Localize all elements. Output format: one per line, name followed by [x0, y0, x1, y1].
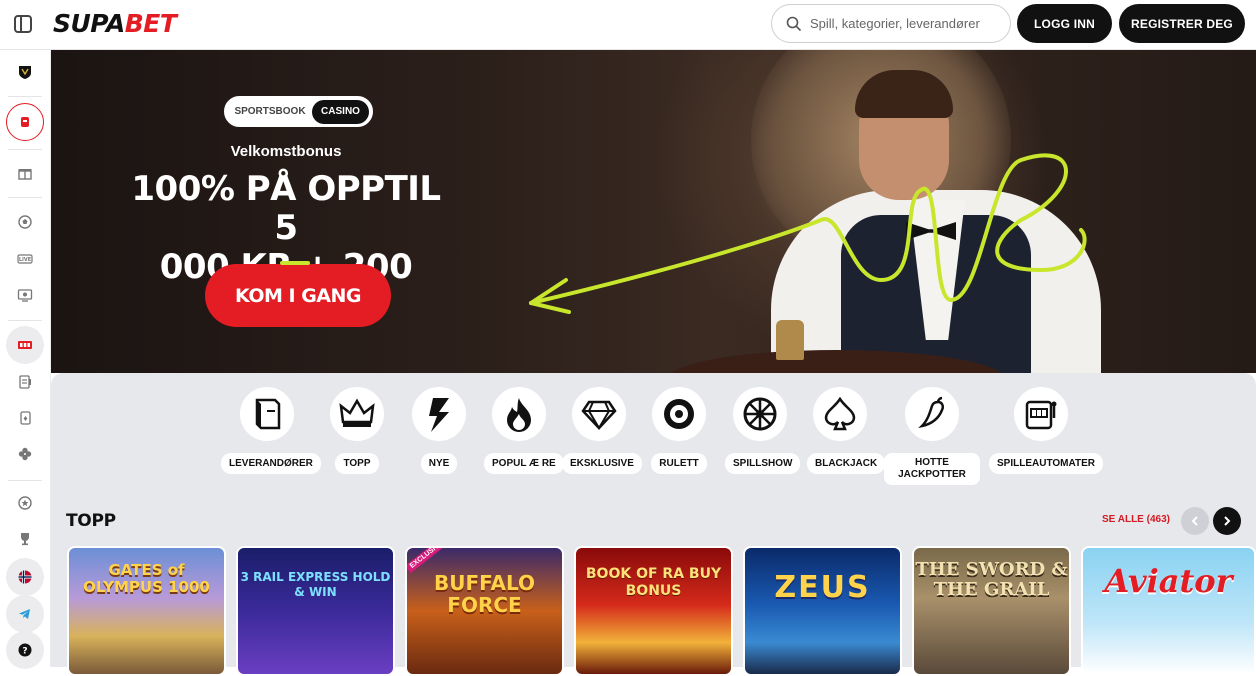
hero-title-line1: 100% PÅ OPPTIL 5 [131, 169, 441, 248]
category-roulette[interactable]: RULETT [651, 387, 707, 474]
game-tile[interactable]: THE SWORD & THE GRAIL [912, 546, 1071, 676]
game-title: 3 RAIL EXPRESS HOLD & WIN [240, 570, 391, 599]
club-logo-icon[interactable] [6, 53, 44, 91]
game-tile[interactable]: BOOK OF RA BUY BONUS [574, 546, 733, 676]
book-icon [240, 387, 294, 441]
category-new[interactable]: NYE [411, 387, 467, 474]
carousel-prev-button[interactable] [1181, 507, 1209, 535]
slot-machine-icon[interactable] [6, 326, 44, 364]
category-label: TOPP [335, 453, 379, 474]
category-label: RULETT [651, 453, 707, 474]
category-label: POPUL Æ RE [484, 453, 564, 474]
badge-icon[interactable] [6, 484, 44, 522]
category-label: NYE [420, 453, 458, 474]
search-input[interactable] [810, 16, 1000, 31]
game-tile[interactable]: 3 RAIL EXPRESS HOLD & WIN [236, 546, 395, 676]
see-all-link[interactable]: SE ALLE (463) [1102, 514, 1170, 525]
chili-icon [905, 387, 959, 441]
lightning-icon [412, 387, 466, 441]
category-label: SPILLEAUTOMATER [989, 453, 1103, 474]
game-tile[interactable]: Aviator [1081, 546, 1256, 676]
category-label: LEVERANDØRER [221, 453, 321, 474]
category-label: BLACKJACK [807, 453, 886, 474]
toggle-sportsbook[interactable]: SPORTSBOOK [228, 100, 312, 124]
section-title: TOPP [66, 511, 116, 531]
category-gameshow[interactable]: SPILLSHOW [725, 387, 801, 474]
crown-icon [330, 387, 384, 441]
svg-text:LIVE: LIVE [19, 257, 32, 263]
sidebar: LIVE ? [0, 50, 51, 669]
category-label: EKSKLUSIVE [562, 453, 642, 474]
trophy-icon[interactable] [6, 520, 44, 558]
spade-icon [813, 387, 867, 441]
scribble-arrow-decoration [529, 153, 1087, 314]
game-title: GATES of OLYMPUS 1000 [83, 561, 210, 596]
search-icon [786, 16, 802, 31]
product-toggle[interactable]: SPORTSBOOK CASINO [224, 96, 373, 127]
betslip-icon[interactable] [6, 363, 44, 401]
category-label: HOTTE JACKPOTTER [884, 453, 980, 485]
diamond-icon [572, 387, 626, 441]
category-providers[interactable]: LEVERANDØRER [221, 387, 321, 474]
flame-icon [492, 387, 546, 441]
hero-banner[interactable]: SPORTSBOOK CASINO Velkomstbonus 100% PÅ … [51, 50, 1256, 373]
category-slots[interactable]: SPILLEAUTOMATER [989, 387, 1103, 474]
cards-icon[interactable] [6, 399, 44, 437]
category-popular[interactable]: POPUL Æ RE [484, 387, 564, 474]
hero-subtitle: Velkomstbonus [230, 143, 342, 160]
top-bar: SUPABET LOGG INN REGISTRER DEG [0, 0, 1256, 50]
chevron-right-icon [1224, 516, 1231, 526]
virtual-icon[interactable] [6, 276, 44, 314]
search-box[interactable] [771, 4, 1011, 43]
roulette-icon [652, 387, 706, 441]
svg-text:?: ? [22, 646, 27, 656]
football-icon[interactable] [6, 203, 44, 241]
logo-part2: BET [124, 9, 177, 38]
clover-icon[interactable] [6, 435, 44, 473]
category-label: SPILLSHOW [725, 453, 801, 474]
category-hot-jackpots[interactable]: HOTTE JACKPOTTER [883, 387, 981, 485]
category-blackjack[interactable]: BLACKJACK [807, 387, 886, 474]
supabet-logo[interactable]: SUPABET [53, 9, 177, 38]
gift-icon[interactable] [6, 154, 44, 192]
game-title: ZEUS [774, 570, 871, 605]
carousel-next-button[interactable] [1213, 507, 1241, 535]
sidebar-toggle-icon[interactable] [14, 15, 32, 33]
game-title: BUFFALO FORCE [433, 571, 536, 617]
chevron-left-icon [1191, 516, 1198, 526]
help-icon[interactable]: ? [6, 631, 44, 669]
category-top[interactable]: TOPP [325, 387, 389, 474]
register-button[interactable]: REGISTRER DEG [1119, 4, 1245, 43]
game-title: BOOK OF RA BUY BONUS [585, 566, 722, 599]
casino-chip-icon[interactable] [6, 103, 44, 141]
game-title: Aviator [1104, 562, 1233, 600]
wheel-icon [733, 387, 787, 441]
live-icon[interactable]: LIVE [6, 240, 44, 278]
game-tile[interactable]: ZEUS [743, 546, 902, 676]
game-tile[interactable]: EXCLUSIVE BUFFALO FORCE [405, 546, 564, 676]
login-button[interactable]: LOGG INN [1017, 4, 1112, 43]
get-started-button[interactable]: KOM I GANG [205, 261, 391, 327]
game-tile[interactable]: GATES of OLYMPUS 1000 [67, 546, 226, 676]
slot-icon [1014, 387, 1068, 441]
logo-part1: SUPA [53, 9, 125, 38]
toggle-casino[interactable]: CASINO [312, 99, 369, 124]
telegram-icon[interactable] [6, 595, 44, 633]
game-title: THE SWORD & THE GRAIL [915, 559, 1068, 600]
casino-content: LEVERANDØRER TOPP NYE POPUL Æ RE EKSKLUS… [51, 373, 1256, 676]
exclusive-badge: EXCLUSIVE [407, 548, 449, 574]
norway-flag-icon[interactable] [6, 558, 44, 596]
category-exclusive[interactable]: EKSKLUSIVE [562, 387, 642, 474]
